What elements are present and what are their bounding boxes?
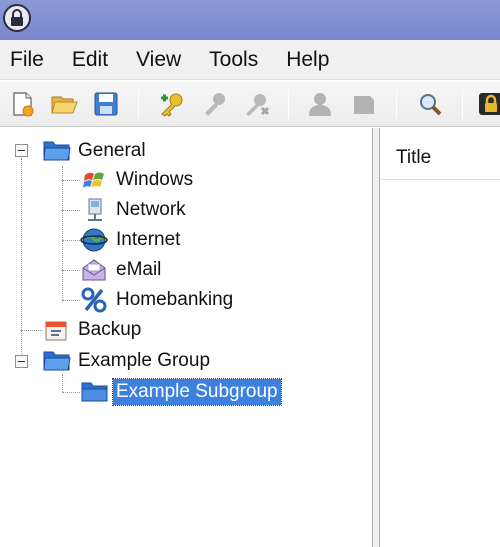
tree-connector bbox=[21, 330, 43, 331]
tree-subgroup-homebanking[interactable]: Homebanking bbox=[80, 286, 236, 314]
group-tree[interactable]: General Windows Network Internet eMail H… bbox=[0, 128, 372, 547]
network-icon bbox=[80, 196, 110, 224]
toolbar-separator bbox=[462, 89, 463, 119]
add-entry-icon bbox=[161, 93, 183, 117]
tree-subgroup-windows[interactable]: Windows bbox=[80, 166, 196, 194]
tree-connector bbox=[62, 240, 80, 241]
menu-file[interactable]: File bbox=[10, 48, 44, 72]
tree-subgroup-email[interactable]: eMail bbox=[80, 256, 164, 284]
tree-group-backup[interactable]: Backup bbox=[42, 316, 144, 344]
find-icon bbox=[420, 94, 442, 116]
collapse-toggle[interactable] bbox=[15, 144, 28, 157]
tree-connector bbox=[62, 166, 63, 300]
app-lock-icon[interactable] bbox=[3, 4, 31, 32]
tree-group-general[interactable]: General bbox=[42, 137, 149, 165]
menu-edit[interactable]: Edit bbox=[72, 48, 108, 72]
pane-splitter[interactable] bbox=[372, 128, 380, 547]
save-database-button[interactable] bbox=[92, 90, 120, 118]
folder-icon bbox=[80, 378, 110, 406]
collapse-toggle[interactable] bbox=[15, 355, 28, 368]
tree-node-label: Backup bbox=[78, 319, 142, 340]
add-entry-button[interactable] bbox=[158, 90, 186, 118]
column-header-label: Title bbox=[396, 147, 432, 168]
tree-node-label: Example Group bbox=[78, 350, 211, 371]
copy-password-button[interactable] bbox=[350, 90, 378, 118]
internet-icon bbox=[80, 226, 110, 254]
copy-password-icon bbox=[354, 96, 374, 114]
delete-entry-button[interactable] bbox=[242, 90, 270, 118]
toolbar-separator bbox=[288, 89, 289, 119]
menu-view[interactable]: View bbox=[136, 48, 181, 72]
tree-subgroup-network[interactable]: Network bbox=[80, 196, 189, 224]
lock-workspace-icon bbox=[479, 93, 500, 115]
tree-node-label: Network bbox=[116, 199, 186, 220]
folder-open-icon bbox=[42, 137, 72, 165]
backup-icon bbox=[42, 316, 72, 344]
entry-list[interactable]: Title bbox=[380, 128, 500, 547]
find-button[interactable] bbox=[416, 90, 444, 118]
open-database-icon bbox=[51, 96, 78, 114]
toolbar-separator bbox=[138, 89, 139, 119]
toolbar bbox=[0, 81, 500, 127]
menu-bar: File Edit View Tools Help bbox=[0, 40, 500, 80]
percent-icon bbox=[80, 286, 110, 314]
title-bar bbox=[0, 0, 500, 40]
tree-connector bbox=[62, 300, 80, 301]
windows-icon bbox=[80, 166, 110, 194]
open-database-button[interactable] bbox=[50, 90, 78, 118]
tree-node-label-selected: Example Subgroup bbox=[112, 378, 282, 406]
edit-entry-button[interactable] bbox=[200, 90, 228, 118]
save-database-icon bbox=[94, 92, 118, 116]
tree-connector bbox=[62, 210, 80, 211]
tree-node-label: Windows bbox=[116, 169, 194, 190]
tree-subgroup-internet[interactable]: Internet bbox=[80, 226, 183, 254]
copy-username-button[interactable] bbox=[306, 90, 334, 118]
tree-connector bbox=[62, 374, 63, 392]
tree-connector bbox=[62, 180, 80, 181]
tree-node-label: Homebanking bbox=[116, 289, 234, 310]
edit-entry-icon bbox=[205, 93, 225, 116]
tree-group-example-group[interactable]: Example Group bbox=[42, 347, 213, 375]
new-database-icon bbox=[13, 92, 34, 117]
menu-tools[interactable]: Tools bbox=[209, 48, 258, 72]
menu-help[interactable]: Help bbox=[286, 48, 329, 72]
folder-open-icon bbox=[42, 347, 72, 375]
copy-username-icon bbox=[309, 93, 331, 116]
email-icon bbox=[80, 256, 110, 284]
tree-node-label: Internet bbox=[116, 229, 181, 250]
tree-connector bbox=[62, 392, 80, 393]
lock-workspace-button[interactable] bbox=[478, 90, 500, 118]
tree-subgroup-example-subgroup[interactable]: Example Subgroup bbox=[80, 378, 282, 406]
new-database-button[interactable] bbox=[8, 90, 36, 118]
tree-connector bbox=[62, 270, 80, 271]
tree-connector bbox=[21, 158, 22, 358]
tree-node-label: General bbox=[78, 140, 146, 161]
delete-entry-icon bbox=[246, 94, 270, 116]
column-header-title[interactable]: Title bbox=[380, 136, 500, 180]
toolbar-separator bbox=[396, 89, 397, 119]
tree-node-label: eMail bbox=[116, 259, 162, 280]
